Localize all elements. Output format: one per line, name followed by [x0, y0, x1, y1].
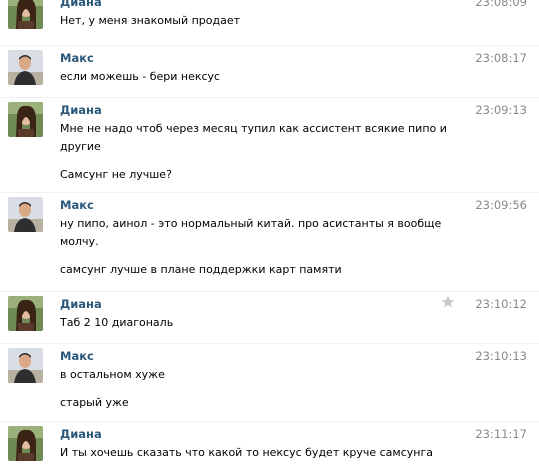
diana-avatar[interactable]: [8, 0, 43, 29]
max-avatar[interactable]: [8, 348, 43, 383]
message-text: молчу.: [60, 235, 99, 248]
max-avatar[interactable]: [8, 50, 43, 85]
message-text: если можешь - бери нексус: [60, 70, 221, 83]
message-author[interactable]: Диана: [60, 297, 102, 311]
message-text: ну пипо, аинол - это нормальный китай. п…: [60, 217, 442, 230]
message-time[interactable]: 23:10:12: [475, 297, 527, 311]
message-time[interactable]: 23:09:56: [475, 198, 527, 212]
message-text: Самсунг не лучше?: [60, 168, 172, 181]
message-row: Макс 23:09:56 ну пипо, аинол - это норма…: [0, 192, 539, 291]
message-text: И ты хочешь сказать что какой то нексус …: [60, 446, 433, 459]
diana-avatar[interactable]: [8, 296, 43, 331]
star-icon[interactable]: [441, 295, 455, 309]
diana-avatar[interactable]: [8, 426, 43, 461]
message-row: Макс 23:10:13 в остальном хуже старый уж…: [0, 343, 539, 421]
message-row: Диана 23:11:17 И ты хочешь сказать что к…: [0, 421, 539, 473]
message-author[interactable]: Макс: [60, 198, 94, 212]
message-author[interactable]: Макс: [60, 51, 94, 65]
message-row: Диана 23:09:13 Мне не надо чтоб через ме…: [0, 97, 539, 192]
message-author[interactable]: Диана: [60, 0, 102, 9]
diana-avatar[interactable]: [8, 102, 43, 137]
message-row: Макс 23:08:17 если можешь - бери нексус: [0, 45, 539, 97]
message-text: другие: [60, 140, 101, 153]
message-text: старый уже: [60, 396, 129, 409]
message-text: Нет, у меня знакомый продает: [60, 14, 241, 27]
message-author[interactable]: Макс: [60, 349, 94, 363]
message-text: Мне не надо чтоб через месяц тупил как а…: [60, 122, 447, 135]
max-avatar[interactable]: [8, 197, 43, 232]
message-time[interactable]: 23:10:13: [475, 349, 527, 363]
chat-history: Диана 23:08:09 Нет, у меня знакомый прод…: [0, 0, 539, 473]
message-text: самсунг лучше в плане поддержки карт пам…: [60, 263, 342, 276]
message-time[interactable]: 23:08:17: [475, 51, 527, 65]
message-time[interactable]: 23:11:17: [475, 427, 527, 441]
message-time[interactable]: 23:08:09: [475, 0, 527, 9]
message-author[interactable]: Диана: [60, 103, 102, 117]
message-text: Таб 2 10 диагональ: [60, 316, 174, 329]
message-row: Диана 23:10:12 Таб 2 10 диагональ: [0, 291, 539, 343]
message-author[interactable]: Диана: [60, 427, 102, 441]
message-row: Диана 23:08:09 Нет, у меня знакомый прод…: [0, 0, 539, 45]
message-time[interactable]: 23:09:13: [475, 103, 527, 117]
message-text: в остальном хуже: [60, 368, 165, 381]
